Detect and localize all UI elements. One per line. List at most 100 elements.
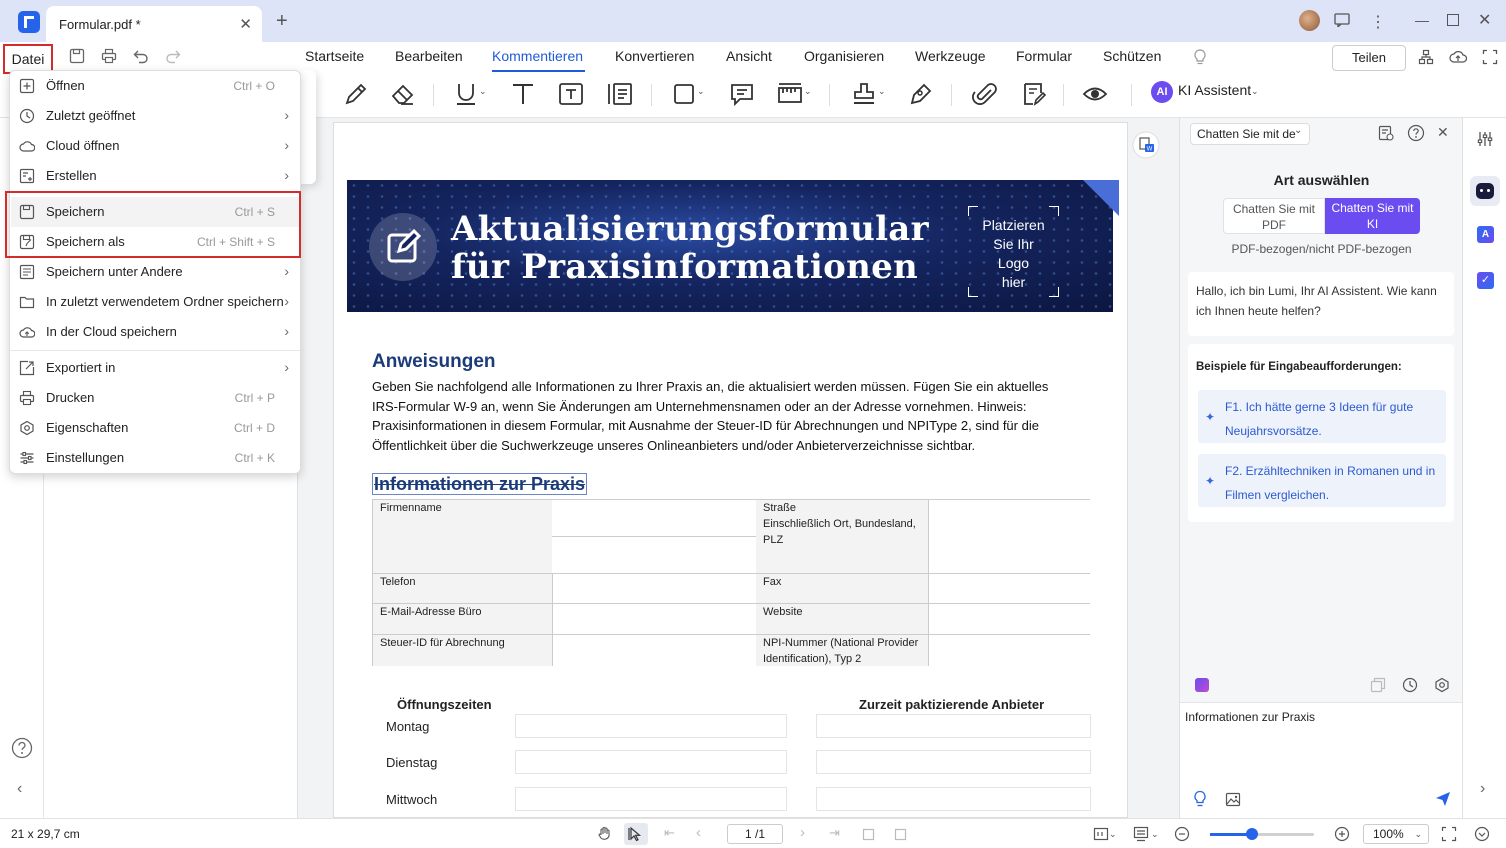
stamp-icon[interactable] [850,80,878,108]
text-box-icon[interactable] [557,80,585,108]
help-icon[interactable] [1407,124,1425,142]
menu-werkzeuge[interactable]: Werkzeuge [915,48,986,64]
fit-dropdown-icon[interactable]: ⌄ [1109,829,1117,840]
settings-icon[interactable] [1434,677,1450,693]
attachment-icon[interactable] [971,80,999,108]
more-options-icon[interactable]: ⋮ [1370,12,1386,32]
zoom-slider[interactable] [1210,833,1314,836]
pdf-page[interactable]: Aktualisierungsformular für Praxisinform… [333,122,1128,818]
note-icon[interactable] [728,80,756,108]
share-button[interactable]: Teilen [1332,45,1406,71]
chevron-down-icon[interactable]: ⌄ [1294,125,1302,136]
lightbulb-icon[interactable] [1192,48,1208,66]
page-layout-icon[interactable] [1133,826,1149,842]
measure-icon[interactable] [776,80,804,108]
user-avatar[interactable] [1299,10,1320,31]
menu-organisieren[interactable]: Organisieren [804,48,884,64]
hours-input[interactable] [515,750,787,774]
form-edit-icon[interactable] [1020,80,1048,108]
zoom-in-icon[interactable] [1334,826,1350,842]
chat-mode-select[interactable]: Chatten Sie mit de [1190,123,1310,145]
document-viewer[interactable]: Aktualisierungsformular für Praxisinform… [298,118,1179,818]
chat-with-ai-option[interactable]: Chatten Sie mit KI [1325,198,1420,234]
zoom-slider-handle[interactable] [1246,828,1258,840]
telefon-input[interactable] [553,574,756,603]
last-page-icon[interactable]: ⇥ [829,825,840,841]
next-page-icon[interactable]: › [800,824,805,841]
ai-assistant-badge-icon[interactable]: AI [1151,81,1173,103]
select-tool-button[interactable] [624,823,648,845]
signature-icon[interactable] [907,80,935,108]
menu-item-einstellungen[interactable]: Einstellungen Ctrl + K [11,443,299,473]
fullscreen-icon[interactable] [1441,826,1457,842]
undo-icon[interactable] [133,48,149,64]
chat-with-pdf-option[interactable]: Chatten Sie mit PDF [1223,198,1325,234]
save-icon[interactable] [69,48,85,64]
help-icon[interactable] [11,737,33,759]
shape-dropdown-icon[interactable]: ⌄ [697,86,705,97]
zoom-out-icon[interactable] [1174,826,1190,842]
adjust-sliders-icon[interactable] [1476,130,1494,148]
menu-item-oeffnen[interactable]: Öffnen Ctrl + O [11,71,299,101]
menu-item-zuletzt-ordner-speichern[interactable]: In zuletzt verwendetem Ordner speichern … [11,287,299,317]
strasse-input[interactable] [929,500,1090,573]
menu-konvertieren[interactable]: Konvertieren [615,48,694,64]
hours-input[interactable] [515,787,787,811]
image-upload-icon[interactable] [1225,791,1242,807]
menu-item-drucken[interactable]: Drucken Ctrl + P [11,383,299,413]
eye-icon[interactable] [1081,80,1109,108]
scroll-down-icon[interactable] [1474,826,1490,842]
provider-input[interactable] [816,787,1091,811]
feedback-icon[interactable] [1334,13,1350,27]
pencil-icon[interactable] [342,80,370,108]
underline-icon[interactable] [452,80,480,108]
menu-kommentieren[interactable]: Kommentieren [492,48,583,64]
minimize-icon[interactable]: — [1415,12,1429,28]
firmenname-input[interactable] [552,500,756,536]
page-number-input[interactable]: 1 /1 [727,824,783,844]
callout-icon[interactable] [606,80,634,108]
hierarchy-icon[interactable] [1418,49,1434,65]
print-icon[interactable] [101,48,117,64]
hand-tool-icon[interactable] [597,826,613,842]
translate-icon[interactable]: A [1477,226,1494,243]
previous-page-icon[interactable]: ‹ [696,824,701,841]
menu-item-exportiert-in[interactable]: Exportiert in › [11,353,299,383]
stamp-dropdown-icon[interactable]: ⌄ [878,86,886,97]
rotate-right-icon[interactable] [893,826,909,842]
text-icon[interactable] [509,80,537,108]
close-window-icon[interactable]: ✕ [1478,10,1491,30]
practice-info-heading[interactable]: Informationen zur Praxis [372,473,588,495]
cloud-upload-icon[interactable] [1449,49,1467,65]
example-prompt[interactable]: ✦ F1. Ich hätte gerne 3 Ideen für gute N… [1198,390,1446,443]
maximize-icon[interactable] [1447,14,1459,26]
eraser-icon[interactable] [389,80,417,108]
menu-item-speichern-unter-andere[interactable]: Speichern unter Andere › [11,257,299,287]
menu-startseite[interactable]: Startseite [305,48,364,64]
logo-placeholder[interactable]: Platzieren Sie Ihr Logo hier [968,206,1059,297]
new-tab-icon[interactable]: + [276,10,288,33]
close-tab-icon[interactable]: ✕ [239,15,252,33]
menu-item-eigenschaften[interactable]: Eigenschaften Ctrl + D [11,413,299,443]
ai-document-icon[interactable] [1378,125,1394,141]
collapse-left-icon[interactable]: ‹ [17,780,22,798]
first-page-icon[interactable]: ⇤ [664,825,675,841]
ai-assistant-button[interactable]: KI Assistent [1178,82,1251,98]
redo-icon[interactable] [165,48,181,64]
send-icon[interactable] [1435,791,1451,807]
menu-formular[interactable]: Formular [1016,48,1072,64]
measure-dropdown-icon[interactable]: ⌄ [804,86,812,97]
menu-item-cloud-speichern[interactable]: In der Cloud speichern › [11,317,299,347]
ai-assistant-dropdown-icon[interactable]: ⌄ [1251,86,1259,97]
menu-item-erstellen[interactable]: Erstellen › [11,161,299,191]
lightbulb-icon[interactable] [1193,790,1207,808]
fit-page-icon[interactable] [1093,826,1109,842]
provider-input[interactable] [816,714,1091,738]
document-tab[interactable]: Formular.pdf * ✕ [46,6,262,42]
task-check-icon[interactable]: ✓ [1477,272,1494,289]
underline-dropdown-icon[interactable]: ⌄ [479,86,487,97]
zoom-level-select[interactable]: 100% ⌄ [1363,824,1429,844]
menu-item-zuletzt-geoeffnet[interactable]: Zuletzt geöffnet › [11,101,299,131]
steuer-id-input[interactable] [553,635,756,666]
rotate-left-icon[interactable] [860,826,876,842]
